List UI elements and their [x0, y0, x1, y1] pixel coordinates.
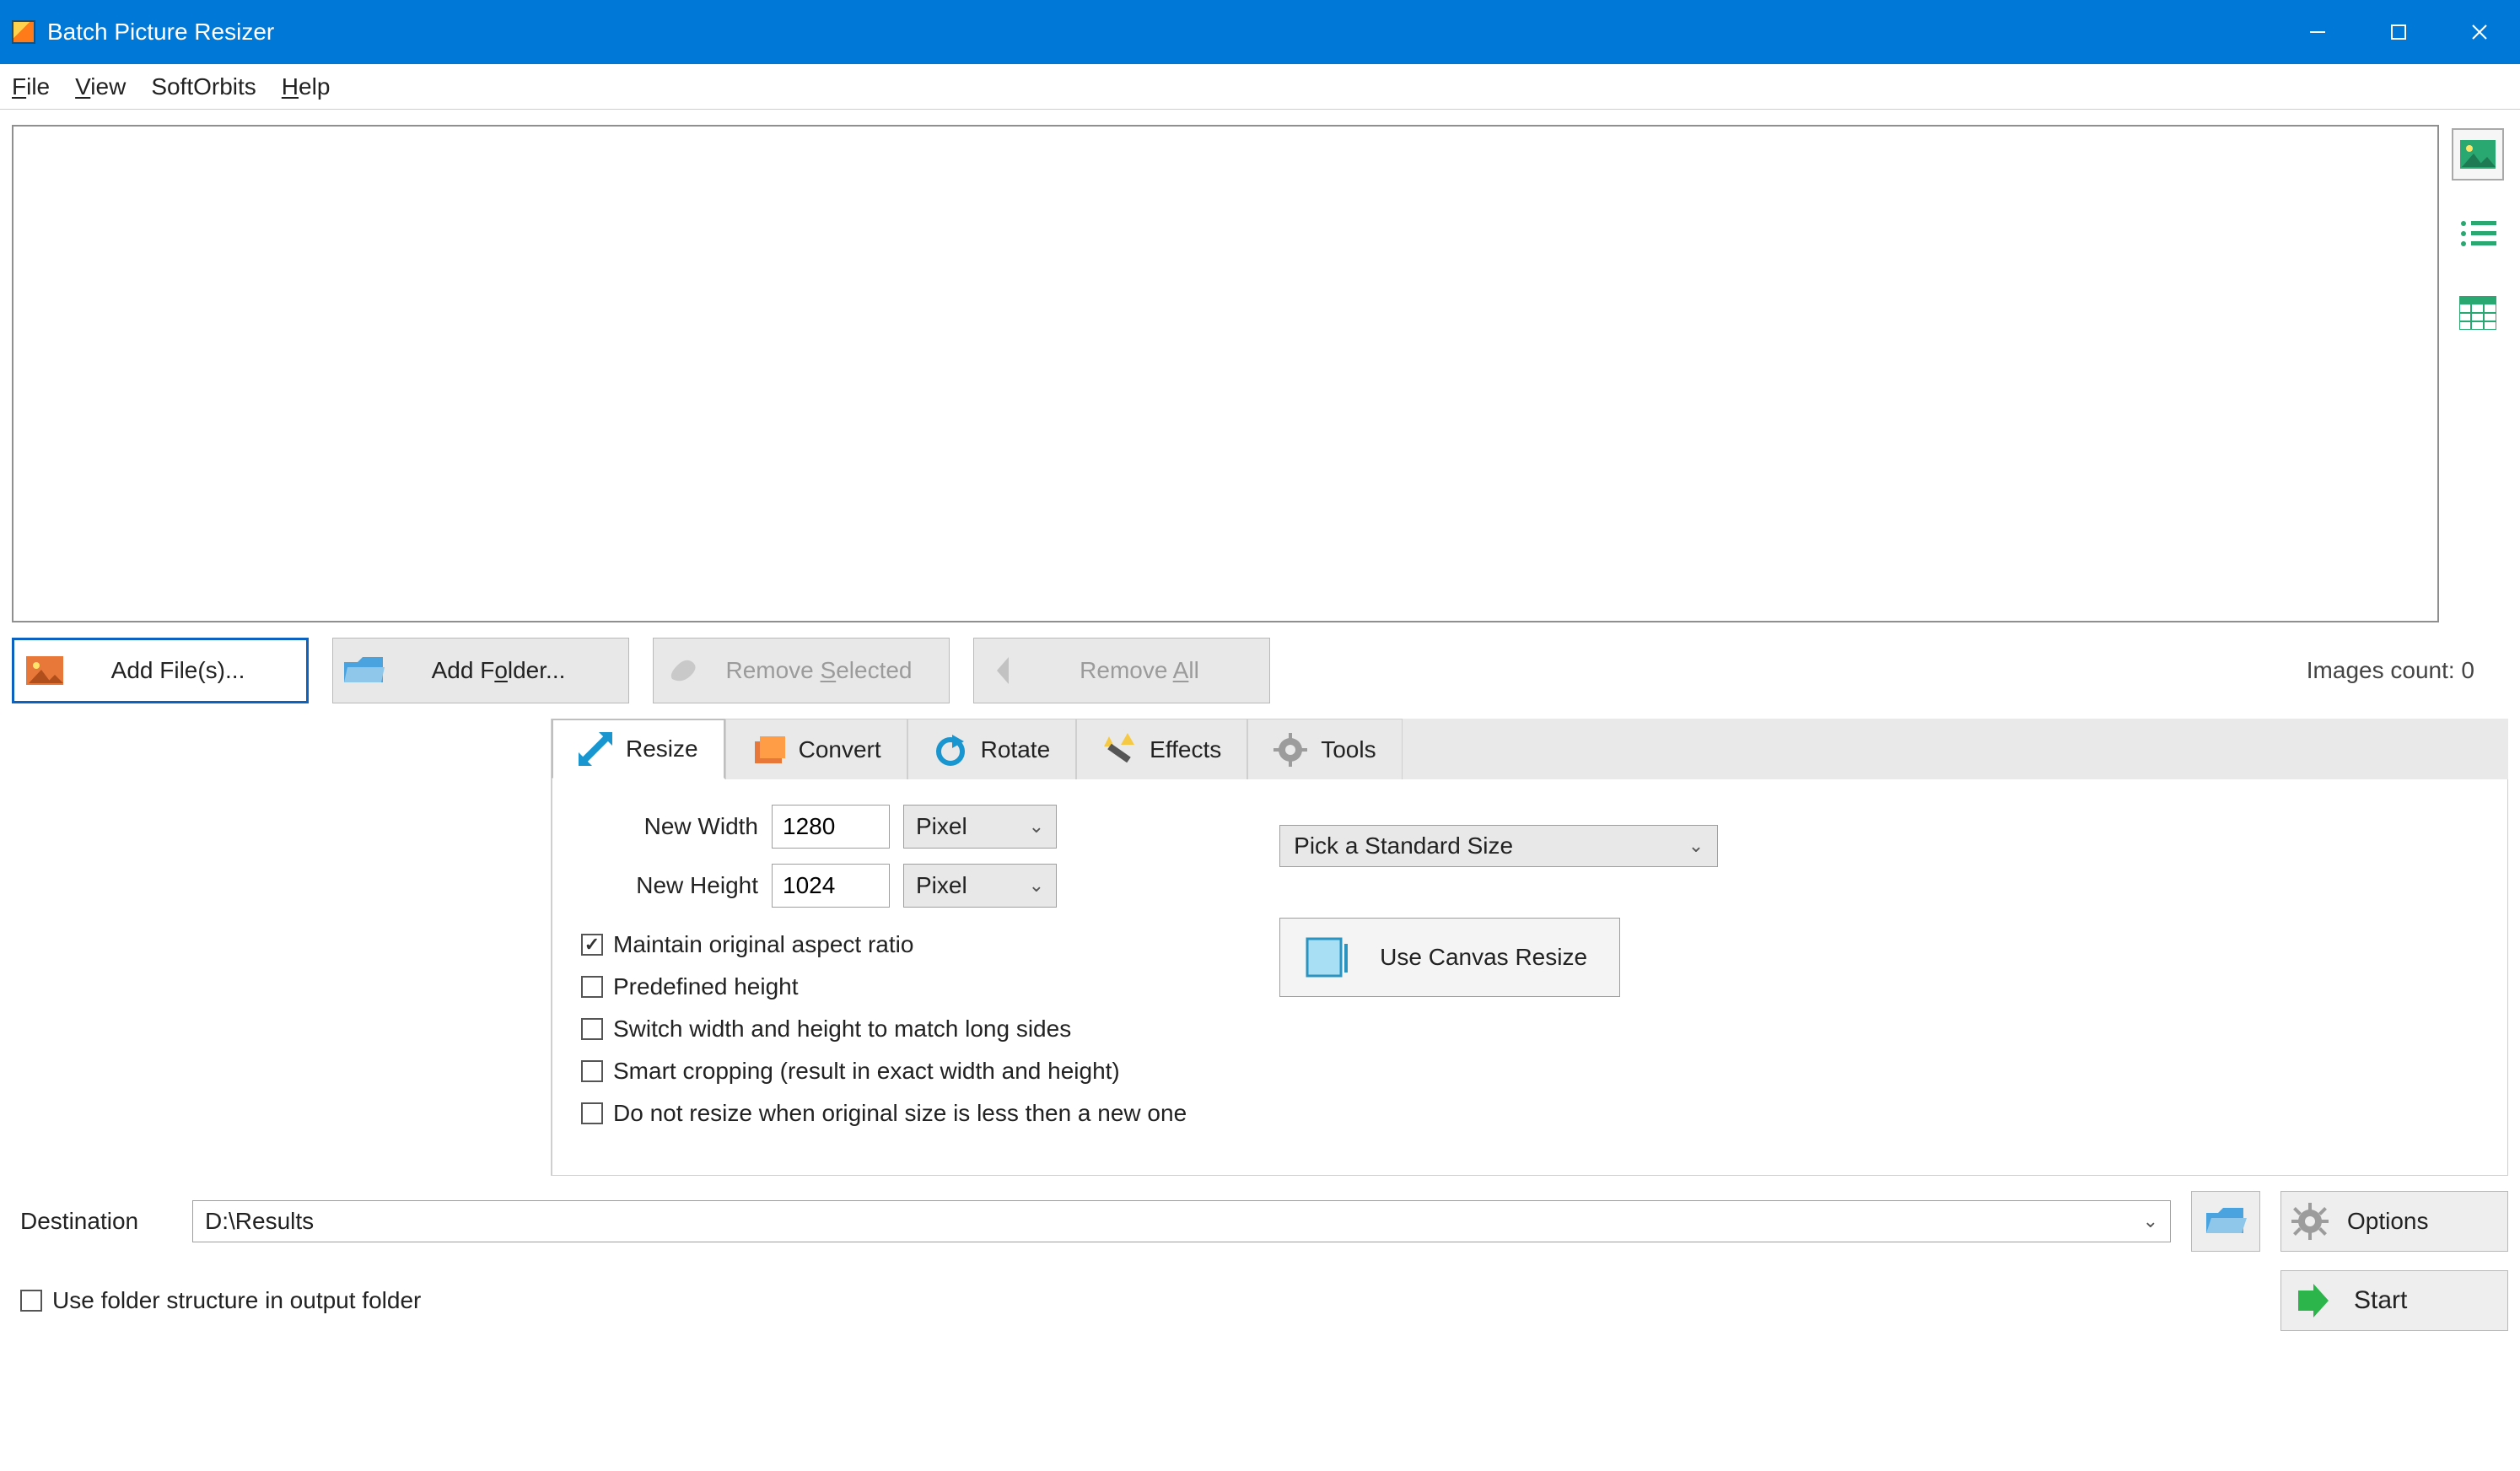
destination-value: D:\Results: [205, 1208, 314, 1235]
image-icon: [2460, 140, 2496, 169]
back-arrow-icon: [992, 654, 1017, 687]
chevron-down-icon: ⌄: [1029, 816, 1044, 838]
maintain-ratio-checkbox[interactable]: ✓: [581, 934, 603, 956]
app-icon: [12, 20, 35, 44]
menu-view[interactable]: View: [75, 73, 126, 100]
tab-effects[interactable]: Effects: [1076, 719, 1247, 779]
grid-icon: [2459, 296, 2496, 330]
convert-icon: [751, 733, 785, 767]
view-list-button[interactable]: [2452, 207, 2504, 260]
add-files-label: Add File(s)...: [75, 657, 306, 684]
gear-icon: [2291, 1203, 2329, 1240]
menu-file[interactable]: File: [12, 73, 50, 100]
smart-crop-checkbox[interactable]: [581, 1060, 603, 1082]
height-unit-select[interactable]: Pixel⌄: [903, 864, 1057, 908]
new-width-label: New Width: [581, 813, 758, 840]
images-count-label: Images count: 0: [2307, 657, 2508, 684]
add-files-button[interactable]: Add File(s)...: [12, 638, 309, 703]
list-icon: [2459, 218, 2496, 249]
chevron-down-icon: ⌄: [1688, 835, 1704, 857]
remove-all-button[interactable]: Remove All: [973, 638, 1270, 703]
start-button[interactable]: Start: [2280, 1270, 2508, 1331]
tab-rotate[interactable]: Rotate: [907, 719, 1077, 779]
image-list-panel[interactable]: [12, 125, 2439, 622]
predefined-height-label: Predefined height: [613, 973, 799, 1000]
new-height-input[interactable]: [772, 864, 890, 908]
left-panel: [12, 719, 552, 1176]
use-folder-structure-label: Use folder structure in output folder: [52, 1287, 421, 1314]
new-height-label: New Height: [581, 872, 758, 899]
tabs-bar: Resize Convert Rotate Effects Tools: [552, 719, 2508, 779]
canvas-icon: [1304, 934, 1354, 981]
rotate-icon: [934, 733, 967, 767]
standard-size-select[interactable]: Pick a Standard Size ⌄: [1279, 825, 1718, 867]
use-folder-structure-checkbox[interactable]: [20, 1290, 42, 1312]
switch-sides-label: Switch width and height to match long si…: [613, 1016, 1071, 1043]
folder-icon: [342, 655, 385, 686]
start-arrow-icon: [2293, 1282, 2330, 1319]
effects-icon: [1102, 733, 1136, 767]
minimize-button[interactable]: [2277, 0, 2358, 64]
folder-open-icon: [2205, 1204, 2247, 1238]
maximize-button[interactable]: [2358, 0, 2439, 64]
options-button[interactable]: Options: [2280, 1191, 2508, 1252]
width-unit-select[interactable]: Pixel⌄: [903, 805, 1057, 849]
title-bar: Batch Picture Resizer: [0, 0, 2520, 64]
smart-crop-label: Smart cropping (result in exact width an…: [613, 1058, 1120, 1085]
chevron-down-icon: ⌄: [2143, 1210, 2158, 1232]
tab-convert[interactable]: Convert: [725, 719, 907, 779]
window-title: Batch Picture Resizer: [47, 19, 274, 46]
add-folder-button[interactable]: Add Folder...: [332, 638, 629, 703]
chevron-down-icon: ⌄: [1029, 875, 1044, 897]
destination-label: Destination: [20, 1208, 172, 1235]
remove-all-label: Remove All: [1035, 657, 1269, 684]
view-thumbnails-button[interactable]: [2452, 128, 2504, 181]
menu-help[interactable]: Help: [282, 73, 331, 100]
switch-sides-checkbox[interactable]: [581, 1018, 603, 1040]
browse-destination-button[interactable]: [2191, 1191, 2260, 1252]
destination-combobox[interactable]: D:\Results ⌄: [192, 1200, 2171, 1242]
maintain-ratio-label: Maintain original aspect ratio: [613, 931, 913, 958]
tab-tools[interactable]: Tools: [1247, 719, 1402, 779]
remove-selected-button[interactable]: Remove Selected: [653, 638, 950, 703]
add-folder-label: Add Folder...: [394, 657, 628, 684]
no-upscale-checkbox[interactable]: [581, 1102, 603, 1124]
menu-softorbits[interactable]: SoftOrbits: [151, 73, 256, 100]
eraser-icon: [665, 654, 703, 687]
no-upscale-label: Do not resize when original size is less…: [613, 1100, 1187, 1127]
add-files-icon: [26, 656, 63, 685]
close-button[interactable]: [2439, 0, 2520, 64]
resize-icon: [579, 732, 612, 766]
tools-icon: [1273, 733, 1307, 767]
tab-body-resize: New Width Pixel⌄ New Height Pixel⌄ ✓ Mai…: [552, 779, 2508, 1176]
canvas-resize-button[interactable]: Use Canvas Resize: [1279, 918, 1620, 997]
predefined-height-checkbox[interactable]: [581, 976, 603, 998]
remove-selected-label: Remove Selected: [714, 657, 949, 684]
menu-bar: File View SoftOrbits Help: [0, 64, 2520, 110]
tab-resize[interactable]: Resize: [552, 719, 725, 779]
new-width-input[interactable]: [772, 805, 890, 849]
view-details-button[interactable]: [2452, 287, 2504, 339]
